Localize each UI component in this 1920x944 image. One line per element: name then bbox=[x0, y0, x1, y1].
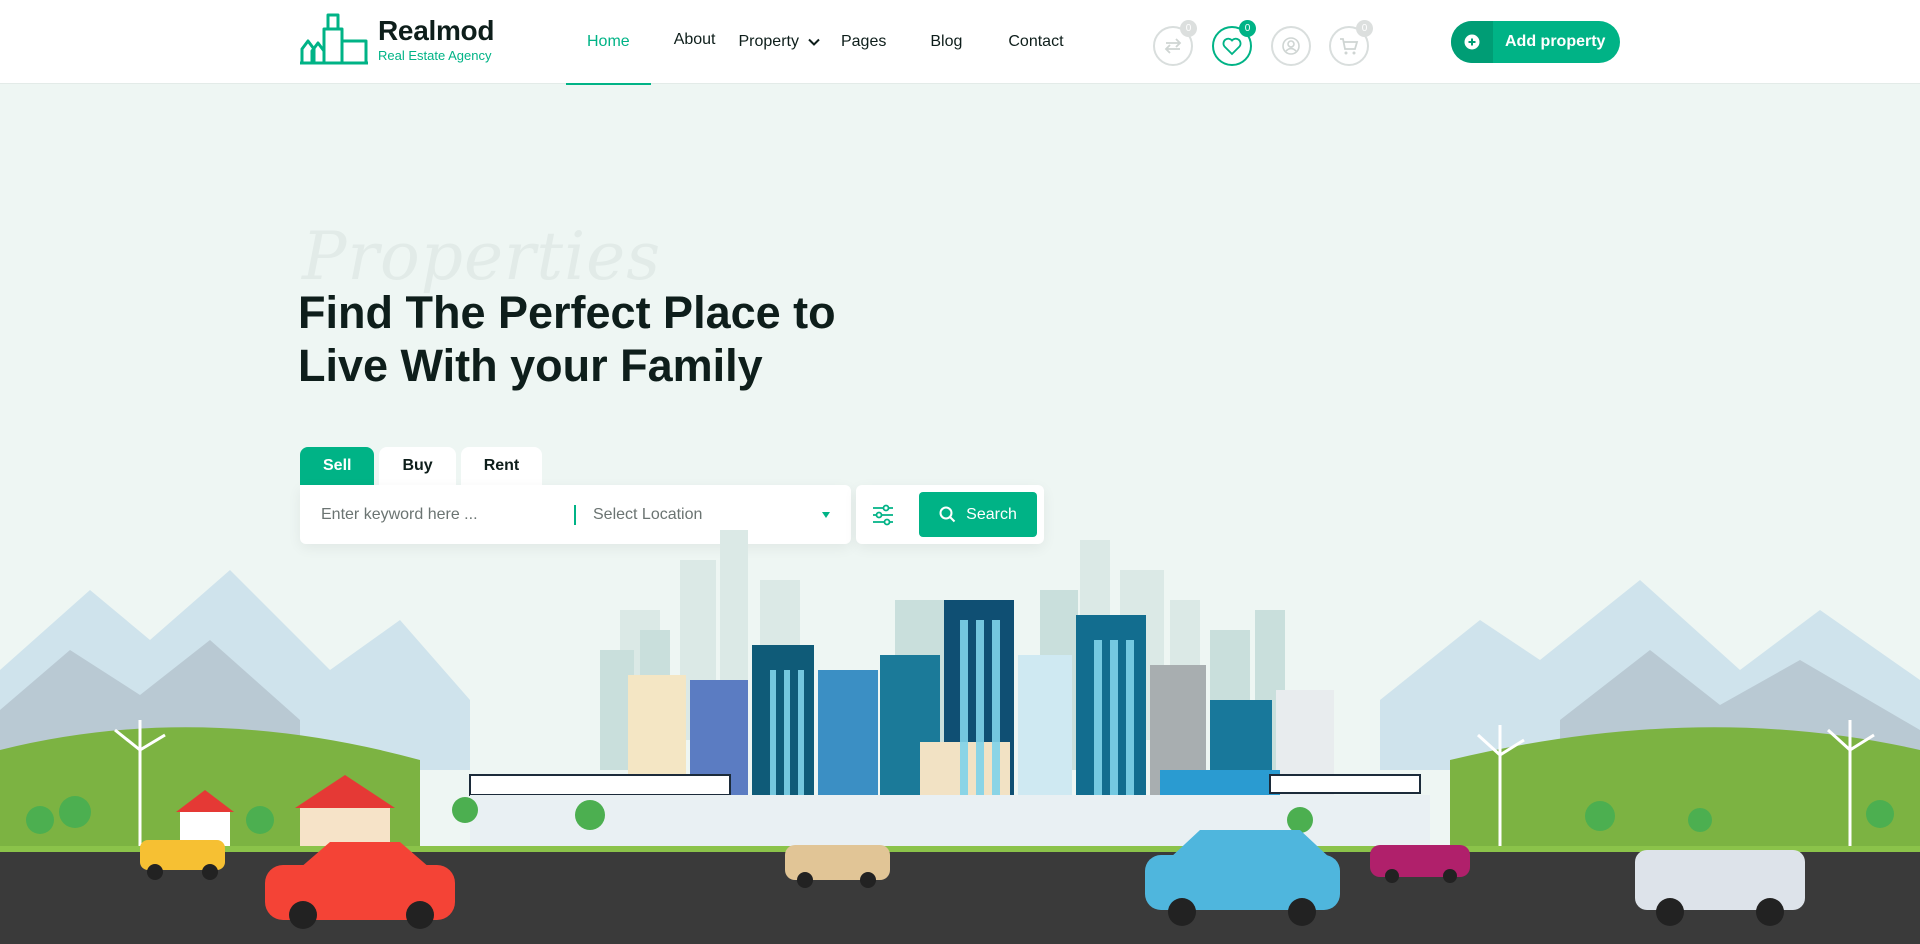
wishlist-button[interactable]: 0 bbox=[1212, 20, 1256, 66]
nav-blog[interactable]: Blog bbox=[930, 0, 962, 84]
tab-sell[interactable]: Sell bbox=[300, 447, 375, 485]
add-property-button[interactable]: Add property bbox=[1451, 21, 1620, 63]
hero-script-text: Properties bbox=[302, 218, 662, 295]
nav-about[interactable]: About bbox=[674, 0, 716, 82]
chevron-down-icon bbox=[808, 38, 820, 46]
brand-logo[interactable]: Realmod Real Estate Agency bbox=[298, 10, 508, 68]
tab-buy[interactable]: Buy bbox=[379, 447, 456, 485]
wishlist-count-badge: 0 bbox=[1239, 20, 1256, 37]
cart-button[interactable]: 0 bbox=[1329, 20, 1373, 66]
hero-title-line1: Find The Perfect Place to bbox=[298, 287, 836, 338]
nav-contact[interactable]: Contact bbox=[1008, 0, 1063, 84]
account-button[interactable] bbox=[1271, 26, 1311, 66]
main-nav: Home About Property Pages Blog Contact bbox=[566, 0, 1064, 85]
compare-icon bbox=[1164, 38, 1182, 54]
brand-tagline: Real Estate Agency bbox=[378, 47, 492, 63]
nav-pages[interactable]: Pages bbox=[841, 0, 886, 84]
search-tabs: Sell Buy Rent bbox=[300, 447, 543, 485]
hero-title: Find The Perfect Place to Live With your… bbox=[298, 286, 918, 392]
tab-rent[interactable]: Rent bbox=[460, 447, 543, 485]
compare-button[interactable]: 0 bbox=[1153, 20, 1197, 66]
building-logo-icon bbox=[300, 13, 368, 65]
nav-home[interactable]: Home bbox=[566, 0, 651, 85]
plus-circle-icon bbox=[1451, 21, 1493, 63]
heart-icon bbox=[1222, 37, 1242, 56]
caret-down-icon bbox=[822, 512, 830, 518]
cart-icon bbox=[1340, 38, 1359, 55]
city-skyline-illustration bbox=[0, 530, 1920, 944]
compare-count-badge: 0 bbox=[1180, 20, 1197, 37]
cart-count-badge: 0 bbox=[1356, 20, 1373, 37]
add-property-label: Add property bbox=[1505, 33, 1606, 50]
brand-name: Realmod bbox=[378, 14, 495, 46]
nav-property-label: Property bbox=[738, 33, 799, 50]
user-icon bbox=[1282, 37, 1300, 55]
site-header: Realmod Real Estate Agency Home About Pr… bbox=[0, 0, 1920, 85]
hero-title-line2: Live With your Family bbox=[298, 340, 763, 391]
nav-property[interactable]: Property bbox=[739, 0, 821, 84]
